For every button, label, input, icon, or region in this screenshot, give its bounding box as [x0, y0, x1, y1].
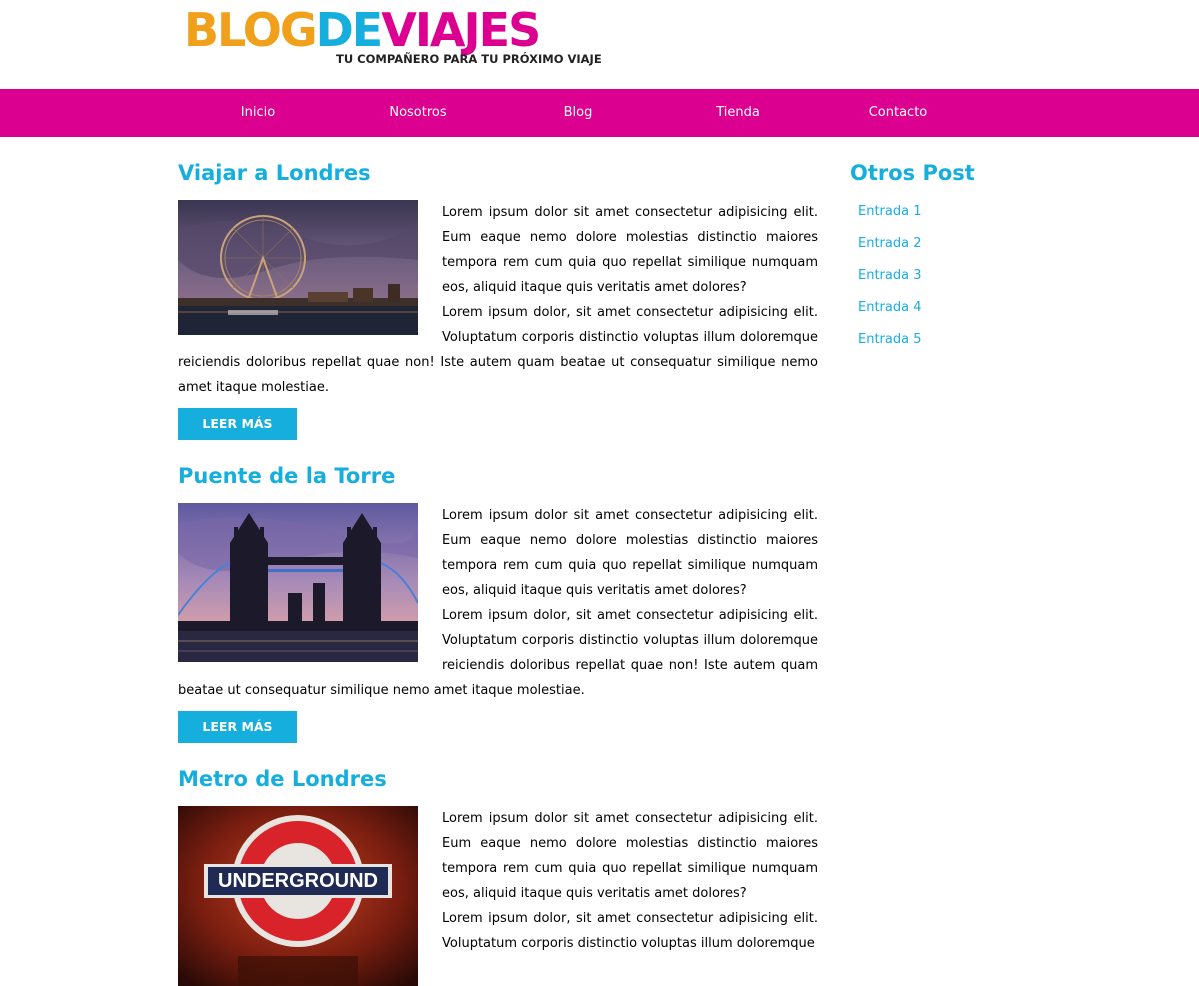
logo-tagline: TU COMPAÑERO PARA TU PRÓXIMO VIAJE: [336, 52, 602, 66]
logo-title: BLOGDEVIAJES: [184, 2, 541, 58]
sidebar-item[interactable]: Entrada 3: [850, 260, 1050, 292]
sidebar-list: Entrada 1 Entrada 2 Entrada 3 Entrada 4 …: [850, 196, 1050, 356]
site-header: BLOGDEVIAJES TU COMPAÑERO PARA TU PRÓXIM…: [0, 0, 1199, 89]
underground-sign-image: UNDERGROUND: [178, 806, 418, 986]
nav-item-inicio[interactable]: Inicio: [178, 89, 338, 137]
post-title[interactable]: Metro de Londres: [178, 765, 818, 793]
logo-part-viajes: VIAJES: [381, 3, 541, 57]
post-body: Lorem ipsum dolor sit amet consectetur a…: [178, 503, 818, 703]
read-more-button[interactable]: LEER MÁS: [178, 408, 297, 440]
tower-bridge-image: [178, 503, 418, 662]
post-body: UNDERGROUND Lorem ipsum dolor sit amet c…: [178, 806, 818, 986]
sidebar-item[interactable]: Entrada 4: [850, 292, 1050, 324]
post-title[interactable]: Viajar a Londres: [178, 159, 818, 187]
main-nav: Inicio Nosotros Blog Tienda Contacto: [0, 89, 1199, 137]
site-logo[interactable]: BLOGDEVIAJES TU COMPAÑERO PARA TU PRÓXIM…: [184, 3, 602, 70]
sidebar-item[interactable]: Entrada 2: [850, 228, 1050, 260]
nav-item-tienda[interactable]: Tienda: [658, 89, 818, 137]
sidebar-item[interactable]: Entrada 5: [850, 324, 1050, 356]
london-eye-image: [178, 200, 418, 335]
post-title[interactable]: Puente de la Torre: [178, 462, 818, 490]
logo-part-blog: BLOG: [184, 3, 318, 57]
sidebar-title: Otros Post: [850, 161, 975, 185]
post: Puente de la Torre Lorem ipsum dolor sit…: [178, 462, 818, 743]
read-more-button[interactable]: LEER MÁS: [178, 711, 297, 743]
nav-item-nosotros[interactable]: Nosotros: [338, 89, 498, 137]
nav-item-contacto[interactable]: Contacto: [818, 89, 978, 137]
post: Metro de Londres UNDERGROUND Lorem ipsum…: [178, 765, 818, 986]
nav-item-blog[interactable]: Blog: [498, 89, 658, 137]
underground-sign-text: UNDERGROUND: [218, 870, 378, 892]
post-body: Lorem ipsum dolor sit amet consectetur a…: [178, 200, 818, 400]
post: Viajar a Londres Lorem ipsum dolor sit a…: [178, 159, 818, 440]
logo-part-de: DE: [315, 3, 384, 57]
sidebar: Otros Post Entrada 1 Entrada 2 Entrada 3…: [850, 137, 1050, 356]
sidebar-item[interactable]: Entrada 1: [850, 196, 1050, 228]
